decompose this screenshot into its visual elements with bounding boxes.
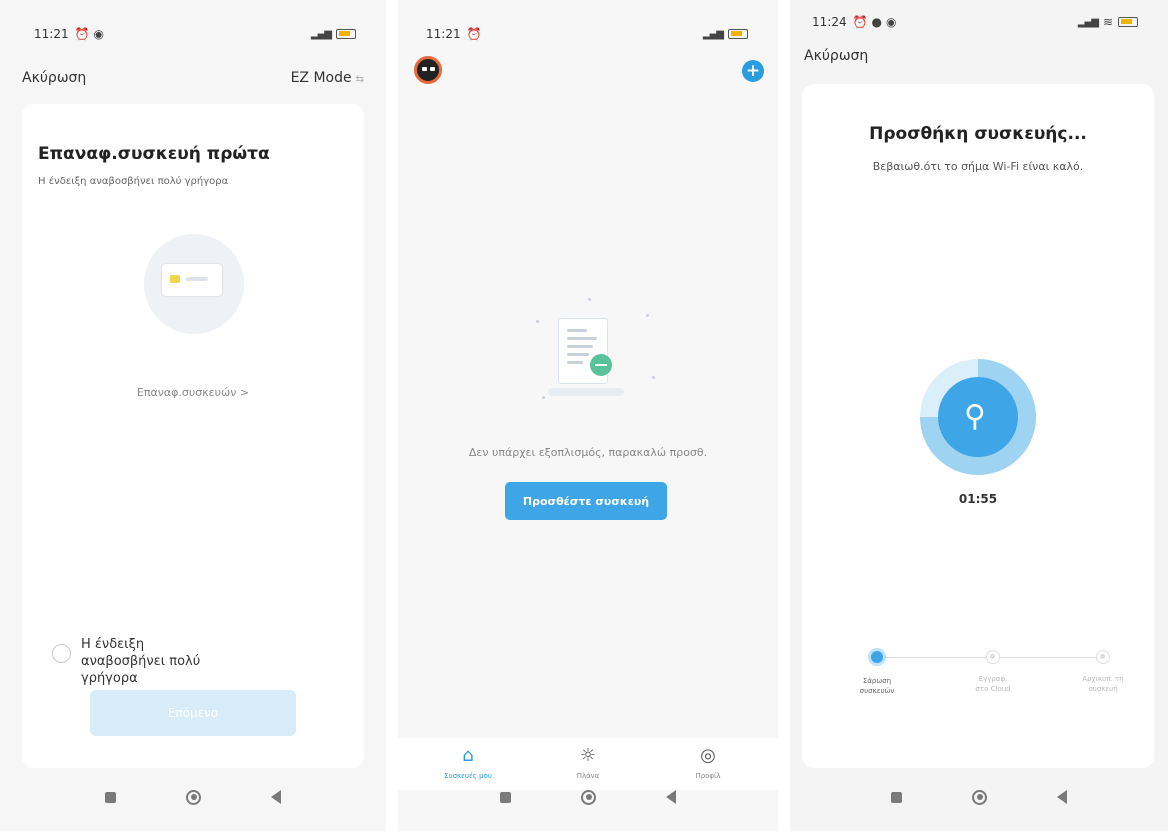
progress-steps: Σάρωση συσκευών Εγγραφ. στο Cloud Αρχικο… <box>832 644 1124 714</box>
status-bar: 11:21 ⏰ ▂▄▆ <box>426 24 748 44</box>
notification-icon: ◉ <box>93 27 105 41</box>
status-time: 11:24 <box>812 15 847 29</box>
battery-icon <box>336 29 356 39</box>
status-time: 11:21 <box>426 27 461 41</box>
ez-mode-switch[interactable]: EZ Mode ⇆ <box>291 70 364 86</box>
recents-icon[interactable] <box>891 791 902 803</box>
home-nav-icon[interactable] <box>581 789 596 805</box>
confirm-radio[interactable] <box>52 644 71 663</box>
phone-screen-adding: 11:24 ⏰ ● ◉ ▂▄▆ ≋ Ακύρωση Προσθήκη συσκευής… <box>790 0 1168 831</box>
back-icon[interactable] <box>1057 790 1067 804</box>
step-initialize-device: Αρχικοπ. τη συσκευή <box>1066 644 1140 694</box>
cancel-button[interactable]: Ακύρωση <box>804 48 868 64</box>
signal-icon: ▂▄▆ <box>310 28 332 40</box>
home-header: + <box>414 56 764 86</box>
avatar[interactable] <box>414 56 442 84</box>
back-icon[interactable] <box>271 790 281 804</box>
phone-screen-reset: 11:21 ⏰ ◉ ▂▄▆ Ακύρωση EZ Mode ⇆ Επαναφ.συσ… <box>0 0 386 831</box>
switch-mode-icon: ⇆ <box>355 74 364 85</box>
search-icon: ⚲ <box>964 399 986 434</box>
status-bar: 11:21 ⏰ ◉ ▂▄▆ <box>34 24 356 44</box>
signal-icon: ▂▄▆ <box>1077 16 1099 28</box>
page-subtitle: Η ένδειξη αναβοσβήνει πολύ γρήγορα <box>38 176 229 187</box>
countdown-timer: 01:55 <box>958 492 998 506</box>
confirm-checkbox-row[interactable]: Η ένδειξη αναβοσβήνει πολύ γρήγορα <box>52 636 231 687</box>
step-scan-devices: Σάρωση συσκευών <box>840 644 914 696</box>
page-title: Προσθήκη συσκευής... <box>869 124 1087 144</box>
recents-icon[interactable] <box>500 791 511 803</box>
system-nav-bar <box>398 777 778 817</box>
system-nav-bar <box>790 777 1168 817</box>
alarm-icon: ⏰ <box>74 27 90 41</box>
notification-icon: ● <box>871 15 883 29</box>
status-time: 11:21 <box>34 27 69 41</box>
signal-icon: ▂▄▆ <box>702 28 724 40</box>
notification-icon: ◉ <box>886 15 897 29</box>
step-register-cloud: Εγγραφ. στο Cloud <box>956 644 1030 694</box>
alarm-icon: ⏰ <box>466 27 482 41</box>
add-device-plus-icon[interactable]: + <box>742 60 764 82</box>
wifi-icon: ≋ <box>1102 15 1113 29</box>
cancel-button[interactable]: Ακύρωση <box>22 70 86 86</box>
status-bar: 11:24 ⏰ ● ◉ ▂▄▆ ≋ <box>812 12 1138 32</box>
add-device-button[interactable]: Προσθέστε συσκευή <box>505 482 667 520</box>
home-icon: ⌂ <box>462 745 474 766</box>
battery-icon <box>1118 17 1138 27</box>
alarm-icon: ⏰ <box>852 15 868 29</box>
page-title: Επαναφ.συσκευή πρώτα <box>38 144 270 164</box>
phone-screen-home: 11:21 ⏰ ▂▄▆ + Δεν υπάρχει εξοπλισμός, πα… <box>398 0 778 831</box>
empty-state-illustration-icon <box>528 296 658 416</box>
back-icon[interactable] <box>666 790 676 804</box>
battery-icon <box>728 29 748 39</box>
scan-progress-ring: ⚲ <box>920 359 1036 475</box>
confirm-label: Η ένδειξη αναβοσβήνει πολύ γρήγορα <box>81 637 201 686</box>
profile-icon: ◎ <box>700 745 716 766</box>
reset-devices-link[interactable]: Επαναφ.συσκευών > <box>22 386 364 399</box>
system-nav-bar <box>0 777 386 817</box>
home-nav-icon[interactable] <box>972 789 987 805</box>
home-nav-icon[interactable] <box>186 789 201 805</box>
sun-icon: ☼ <box>579 745 597 766</box>
ez-mode-label: EZ Mode <box>290 70 352 86</box>
next-button[interactable]: Επόμενο <box>90 690 296 736</box>
device-illustration-icon <box>144 234 244 334</box>
reset-card: Επαναφ.συσκευή πρώτα Η ένδειξη αναβοσβήν… <box>22 104 364 768</box>
empty-state-text: Δεν υπάρχει εξοπλισμός, παρακαλώ προσθ. <box>468 446 708 459</box>
recents-icon[interactable] <box>105 791 116 803</box>
adding-card: Προσθήκη συσκευής... Βεβαιωθ.ότι το σήμα… <box>802 84 1154 768</box>
page-subtitle: Βεβαιωθ.ότι το σήμα Wi-Fi είναι καλό. <box>872 160 1084 173</box>
